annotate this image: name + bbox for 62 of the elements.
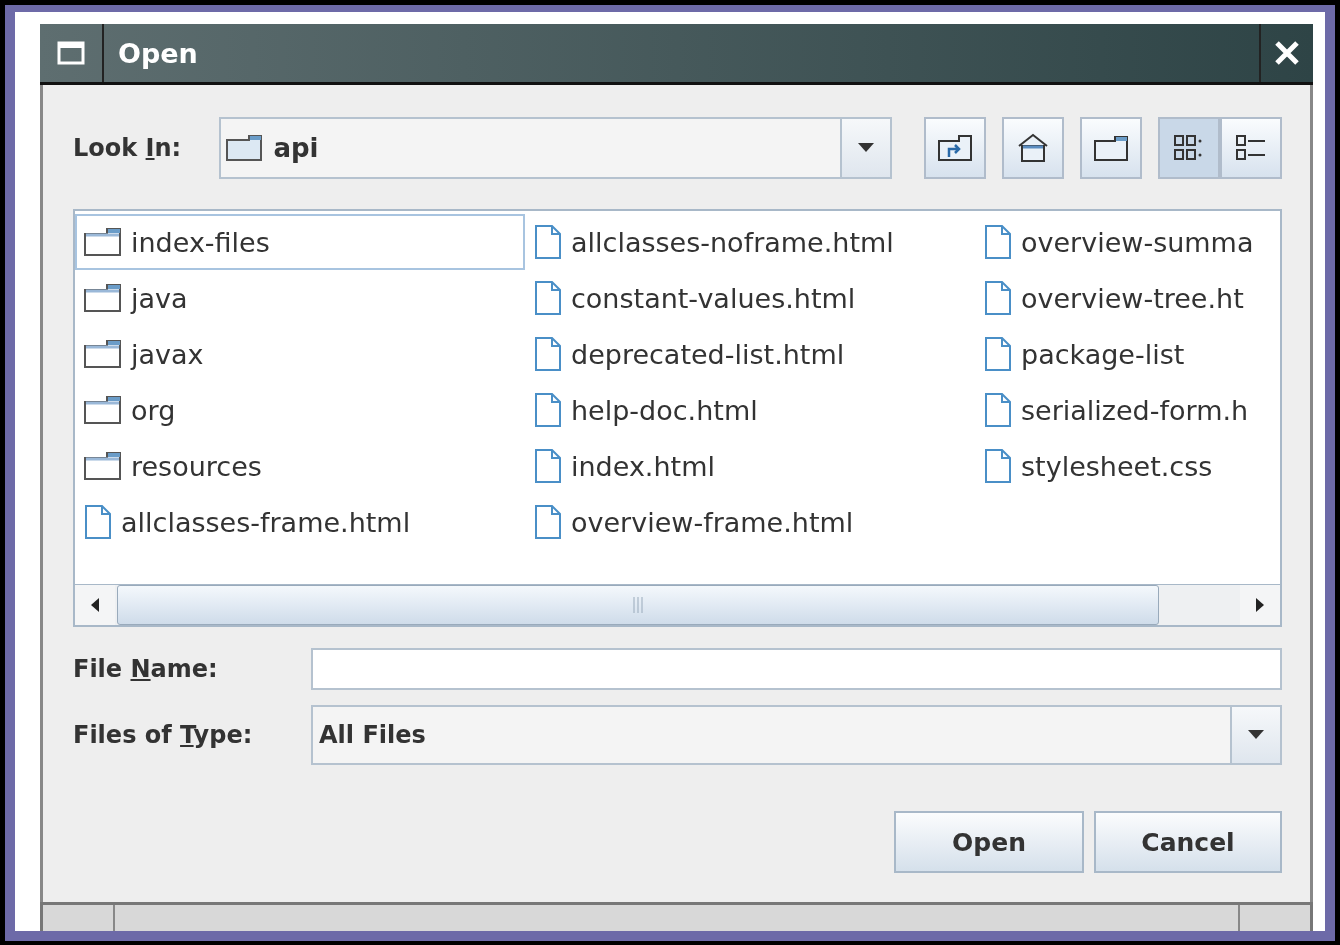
file-item[interactable]: serialized-form.h bbox=[975, 382, 1295, 438]
file-item[interactable]: package-list bbox=[975, 326, 1295, 382]
close-icon bbox=[1274, 40, 1300, 66]
folder-icon bbox=[83, 395, 123, 425]
file-name-field[interactable] bbox=[311, 648, 1282, 690]
folder-item[interactable]: resources bbox=[75, 438, 525, 494]
file-item[interactable]: overview-summa bbox=[975, 214, 1295, 270]
scrollbar-thumb[interactable] bbox=[117, 585, 1159, 625]
scroll-left-button[interactable] bbox=[75, 585, 115, 625]
folder-arrow-icon bbox=[937, 133, 973, 163]
up-folder-button[interactable] bbox=[924, 117, 986, 179]
file-icon bbox=[83, 504, 113, 540]
file-item[interactable]: overview-frame.html bbox=[525, 494, 975, 550]
dropdown-arrow-icon bbox=[1248, 730, 1264, 740]
file-icon bbox=[983, 392, 1013, 428]
new-folder-button[interactable] bbox=[1080, 117, 1142, 179]
right-arrow-icon bbox=[1256, 598, 1264, 612]
file-icon bbox=[983, 280, 1013, 316]
file-icon bbox=[983, 224, 1013, 260]
folder-item[interactable]: org bbox=[75, 382, 525, 438]
file-icon bbox=[983, 448, 1013, 484]
dropdown-arrow-icon bbox=[858, 143, 874, 153]
file-icon bbox=[983, 336, 1013, 372]
file-item[interactable]: constant-values.html bbox=[525, 270, 975, 326]
file-name-label: File Name: bbox=[73, 655, 219, 683]
file-item[interactable]: stylesheet.css bbox=[975, 438, 1295, 494]
folder-icon bbox=[1093, 134, 1129, 162]
left-arrow-icon bbox=[91, 598, 99, 612]
look-in-dropdown[interactable]: api bbox=[219, 117, 892, 179]
file-icon bbox=[533, 504, 563, 540]
window-menu-icon[interactable] bbox=[57, 41, 85, 65]
cancel-button[interactable]: Cancel bbox=[1094, 811, 1282, 873]
file-item[interactable]: help-doc.html bbox=[525, 382, 975, 438]
details-view-button[interactable] bbox=[1220, 117, 1282, 179]
folder-icon bbox=[83, 339, 123, 369]
file-icon bbox=[533, 448, 563, 484]
look-in-value: api bbox=[273, 133, 319, 163]
scroll-right-button[interactable] bbox=[1240, 585, 1280, 625]
horizontal-scrollbar[interactable] bbox=[75, 584, 1280, 625]
files-of-type-label: Files of Type: bbox=[73, 721, 254, 749]
file-icon bbox=[533, 224, 563, 260]
window-title: Open bbox=[118, 37, 199, 69]
details-view-icon bbox=[1234, 133, 1268, 163]
look-in-label: Look In: bbox=[73, 134, 183, 162]
file-item[interactable]: deprecated-list.html bbox=[525, 326, 975, 382]
open-button[interactable]: Open bbox=[894, 811, 1084, 873]
folder-item[interactable]: javax bbox=[75, 326, 525, 382]
folder-icon bbox=[83, 227, 123, 257]
files-of-type-dropdown[interactable]: All Files bbox=[311, 705, 1282, 765]
file-item[interactable]: overview-tree.ht bbox=[975, 270, 1295, 326]
home-button[interactable] bbox=[1002, 117, 1064, 179]
file-icon bbox=[533, 336, 563, 372]
file-icon bbox=[533, 280, 563, 316]
folder-icon bbox=[83, 283, 123, 313]
file-item[interactable]: allclasses-frame.html bbox=[75, 494, 525, 550]
folder-item[interactable]: index-files bbox=[75, 214, 525, 270]
file-icon bbox=[533, 392, 563, 428]
file-item[interactable]: allclasses-noframe.html bbox=[525, 214, 975, 270]
file-item[interactable]: index.html bbox=[525, 438, 975, 494]
list-view-button[interactable] bbox=[1158, 117, 1220, 179]
folder-icon bbox=[83, 451, 123, 481]
folder-item[interactable]: java bbox=[75, 270, 525, 326]
